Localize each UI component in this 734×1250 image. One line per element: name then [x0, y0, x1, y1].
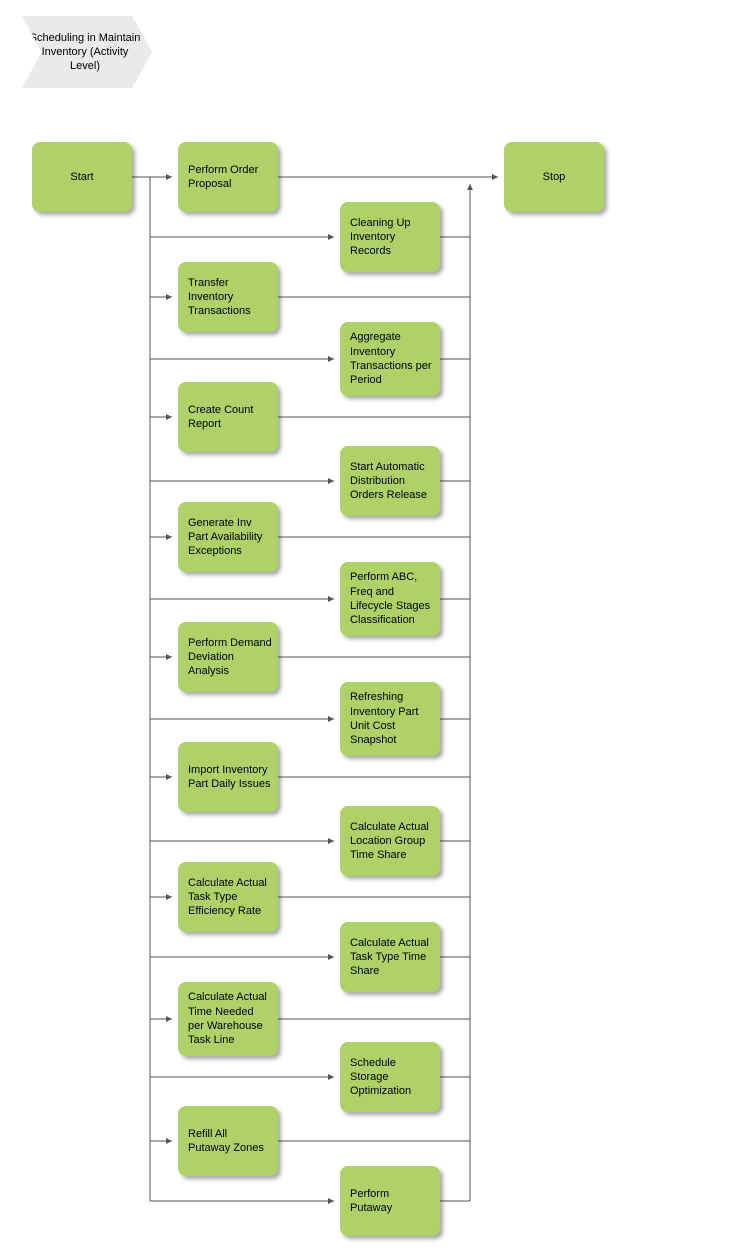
node-calc-location-group: Calculate Actual Location Group Time Sha…: [340, 806, 440, 876]
node-stop: Stop: [504, 142, 604, 212]
node-transfer-inventory: Transfer Inventory Transactions: [178, 262, 278, 332]
node-schedule-storage-opt: Schedule Storage Optimization: [340, 1042, 440, 1112]
node-label: Import Inventory Part Daily Issues: [188, 763, 272, 792]
node-label: Perform Order Proposal: [188, 163, 272, 192]
node-aggregate-transactions: Aggregate Inventory Transactions per Per…: [340, 322, 440, 396]
node-label: Start: [70, 170, 93, 184]
node-calc-task-time-share: Calculate Actual Task Type Time Share: [340, 922, 440, 992]
node-label: Calculate Actual Task Type Efficiency Ra…: [188, 876, 272, 919]
node-label: Refreshing Inventory Part Unit Cost Snap…: [350, 690, 434, 747]
node-generate-inv-exceptions: Generate Inv Part Availability Exception…: [178, 502, 278, 572]
node-label: Refill All Putaway Zones: [188, 1127, 272, 1156]
node-refill-all-putaway: Refill All Putaway Zones: [178, 1106, 278, 1176]
node-label: Calculate Actual Task Type Time Share: [350, 936, 434, 979]
node-start-auto-distribution: Start Automatic Distribution Orders Rele…: [340, 446, 440, 516]
node-label: Calculate Actual Time Needed per Warehou…: [188, 990, 272, 1047]
node-label: Calculate Actual Location Group Time Sha…: [350, 820, 434, 863]
node-label: Generate Inv Part Availability Exception…: [188, 516, 272, 559]
node-label: Cleaning Up Inventory Records: [350, 216, 434, 259]
node-perform-putaway: Perform Putaway: [340, 1166, 440, 1236]
node-label: Perform Putaway: [350, 1187, 434, 1216]
node-create-count-report: Create Count Report: [178, 382, 278, 452]
node-calc-efficiency-rate: Calculate Actual Task Type Efficiency Ra…: [178, 862, 278, 932]
node-label: Stop: [543, 170, 566, 184]
node-import-inventory-daily: Import Inventory Part Daily Issues: [178, 742, 278, 812]
node-perform-abc: Perform ABC, Freq and Lifecycle Stages C…: [340, 562, 440, 636]
node-label: Perform ABC, Freq and Lifecycle Stages C…: [350, 570, 434, 627]
node-perform-demand-deviation: Perform Demand Deviation Analysis: [178, 622, 278, 692]
node-perform-order-proposal: Perform Order Proposal: [178, 142, 278, 212]
node-label: Transfer Inventory Transactions: [188, 276, 272, 319]
node-cleaning-up-records: Cleaning Up Inventory Records: [340, 202, 440, 272]
node-label: Schedule Storage Optimization: [350, 1056, 434, 1099]
node-calc-time-needed: Calculate Actual Time Needed per Warehou…: [178, 982, 278, 1056]
node-label: Perform Demand Deviation Analysis: [188, 636, 272, 679]
node-label: Aggregate Inventory Transactions per Per…: [350, 330, 434, 387]
node-start: Start: [32, 142, 132, 212]
node-label: Start Automatic Distribution Orders Rele…: [350, 460, 434, 503]
node-label: Create Count Report: [188, 403, 272, 432]
node-refreshing-cost-snapshot: Refreshing Inventory Part Unit Cost Snap…: [340, 682, 440, 756]
